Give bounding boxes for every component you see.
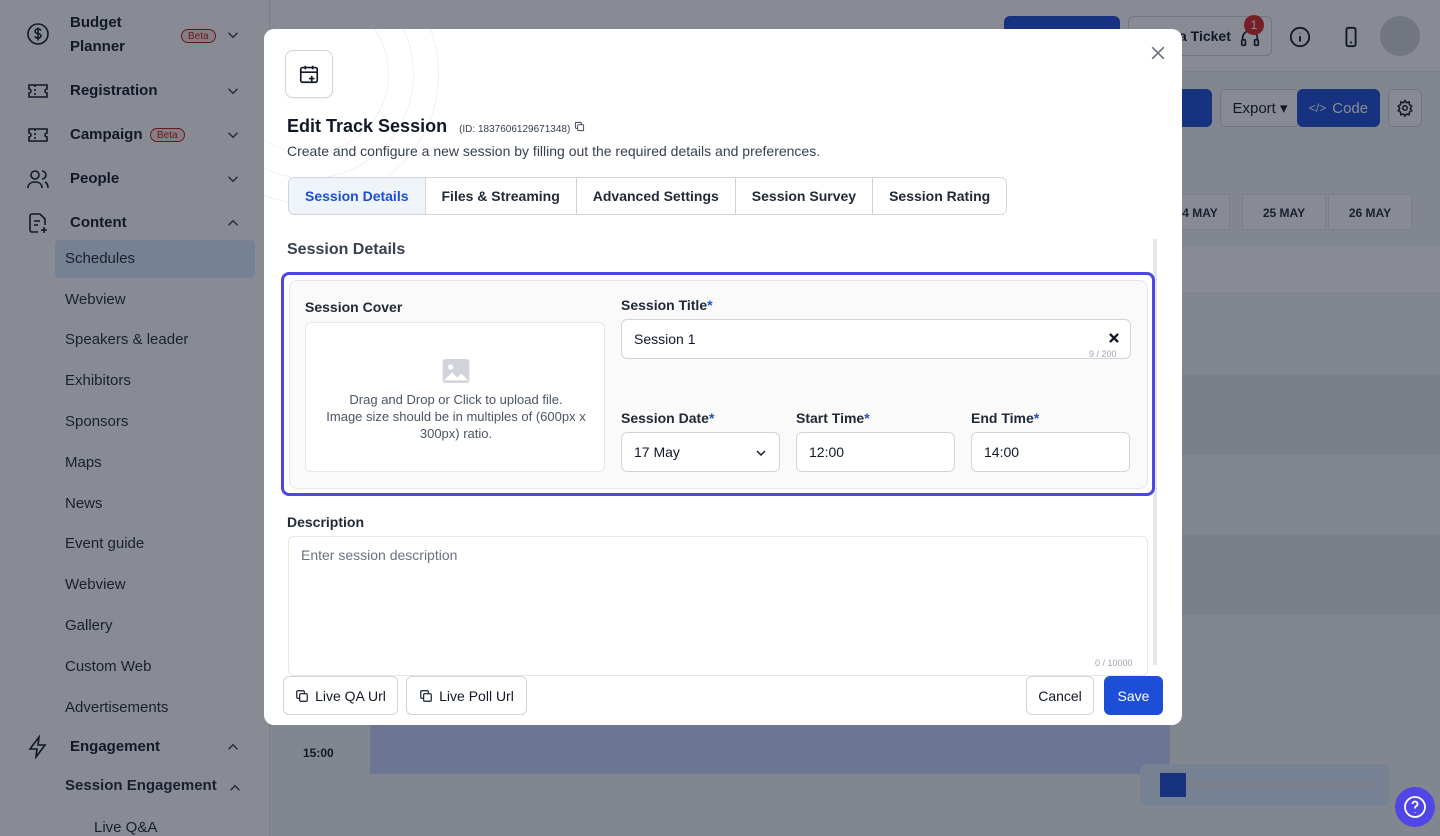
start-time-label: Start Time* [796, 410, 870, 426]
upload-instructions: Drag and Drop or Click to upload file. [349, 392, 563, 407]
upload-size-hint: Image size should be in multiples of (60… [326, 409, 586, 441]
required-asterisk: * [864, 410, 870, 426]
required-asterisk: * [707, 297, 713, 313]
live-poll-url-button[interactable]: Live Poll Url [406, 676, 527, 715]
session-id: (ID: 1837606129671348) [459, 124, 571, 135]
save-button[interactable]: Save [1104, 676, 1163, 715]
live-qa-url-button[interactable]: Live QA Url [283, 676, 398, 715]
required-asterisk: * [1033, 410, 1040, 426]
description-char-counter: 0 / 10000 [1095, 658, 1133, 668]
description-placeholder: Enter session description [301, 547, 458, 563]
section-title: Session Details [287, 241, 406, 258]
end-time-input[interactable]: 14:00 [971, 432, 1130, 472]
help-icon [1404, 796, 1426, 818]
modal-subtitle: Create and configure a new session by fi… [287, 143, 821, 159]
tab-bar: Session Details Files & Streaming Advanc… [288, 177, 1008, 215]
edit-session-modal: Edit Track Session (ID: 1837606129671348… [264, 29, 1182, 725]
selected-date: 17 May [634, 444, 680, 460]
modal-header-icon [285, 50, 333, 98]
image-icon [442, 359, 470, 383]
label-text: Start Time [796, 410, 865, 426]
copy-link-icon [420, 689, 432, 702]
live-poll-label: Live Poll Url [439, 687, 514, 704]
tab-session-details[interactable]: Session Details [289, 178, 426, 214]
close-icon[interactable] [1148, 43, 1168, 63]
session-date-select[interactable]: 17 May [621, 432, 780, 472]
session-title-label: Session Title* [621, 297, 713, 313]
label-text: End Time [971, 410, 1034, 426]
modal-title: Edit Track Session [287, 116, 448, 136]
label-text: Session Title [621, 297, 708, 313]
calendar-plus-icon [299, 65, 319, 84]
end-time-label: End Time* [971, 410, 1039, 426]
copy-icon[interactable] [574, 121, 585, 132]
session-cover-label: Session Cover [305, 299, 403, 315]
copy-link-icon [296, 689, 308, 702]
label-text: Session Date [621, 410, 709, 426]
title-char-counter: 9 / 200 [1089, 349, 1117, 359]
live-qa-label: Live QA Url [315, 687, 386, 704]
tab-advanced-settings[interactable]: Advanced Settings [576, 178, 736, 214]
start-time-input[interactable]: 12:00 [796, 432, 955, 472]
required-asterisk: * [708, 410, 715, 426]
help-button[interactable] [1395, 787, 1435, 827]
clear-icon[interactable] [1107, 331, 1121, 345]
chevron-down-icon [756, 450, 766, 456]
description-textarea[interactable]: Enter session description 0 / 10000 [288, 536, 1148, 676]
modal-title-row: Edit Track Session (ID: 1837606129671348… [287, 116, 585, 137]
session-date-label: Session Date* [621, 410, 714, 426]
session-title-input[interactable]: Session 1 [621, 319, 1131, 359]
cover-upload-dropzone[interactable]: Drag and Drop or Click to upload file. I… [305, 322, 605, 472]
tab-session-rating[interactable]: Session Rating [873, 178, 1007, 214]
description-label: Description [287, 514, 365, 530]
cancel-button[interactable]: Cancel [1026, 676, 1094, 715]
tab-files-streaming[interactable]: Files & Streaming [425, 178, 577, 214]
tab-session-survey[interactable]: Session Survey [735, 178, 874, 214]
